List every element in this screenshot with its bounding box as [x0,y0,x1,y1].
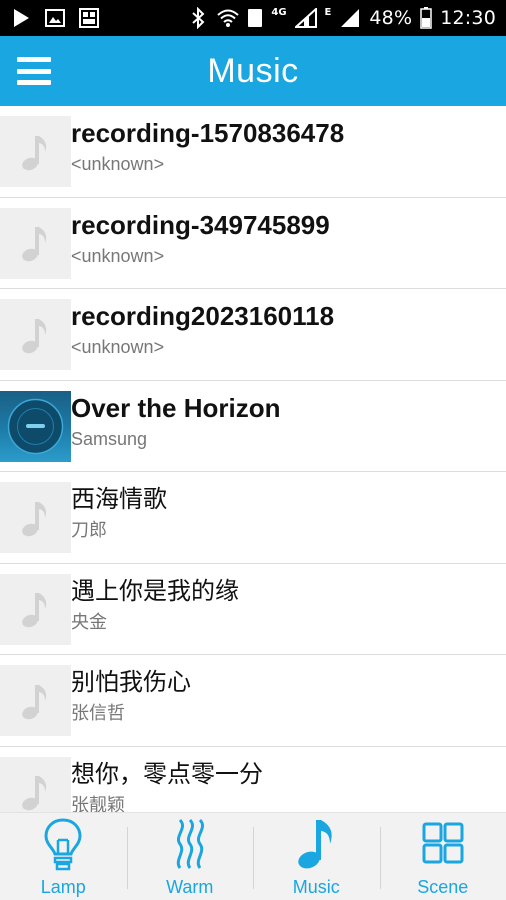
nav-music-label: Music [292,877,340,897]
music-note-icon [0,116,71,187]
bottom-nav: Lamp Warm Music Scene [0,812,506,900]
song-artist: 刀郎 [71,520,107,540]
wifi-icon [217,7,240,29]
music-note-icon [0,299,71,370]
song-title: recording-1570836478 [71,118,345,148]
app-bar: Music [0,36,506,106]
song-row[interactable]: 西海情歌 刀郎 [0,472,506,564]
nav-scene-label: Scene [417,877,469,897]
song-title: 西海情歌 [71,485,167,513]
song-row[interactable]: 想你，零点零一分 张靓颖 [0,747,506,813]
song-title: recording2023160118 [71,301,335,331]
bluetooth-icon [187,7,209,29]
album-art [0,390,71,462]
nav-warm[interactable]: Warm [126,813,254,900]
song-row[interactable]: recording-349745899 <unknown> [0,198,506,289]
play-icon [10,7,32,29]
music-note-icon [0,756,71,812]
signal-2-icon [339,7,361,29]
song-artist: <unknown> [71,245,165,266]
music-note-icon [0,573,71,645]
song-list[interactable]: recording-1570836478 <unknown> recording… [0,106,506,812]
music-note-icon [0,665,71,736]
lightbulb-icon [37,816,89,872]
music-note-icon [0,482,71,553]
song-row[interactable]: Over the Horizon Samsung [0,381,506,472]
song-row[interactable]: recording2023160118 <unknown> [0,289,506,381]
battery-percent: 48% [369,7,413,29]
song-title: 别怕我伤心 [71,668,191,696]
page-title: Music [207,51,299,90]
network-type-label: 4G [271,6,287,18]
network-type-2-label: E [324,6,332,18]
image-icon [44,7,66,29]
signal-icon [294,7,317,29]
heat-waves-icon [164,816,216,872]
song-title: 想你，零点零一分 [71,759,263,788]
nav-scene[interactable]: Scene [379,813,506,900]
song-row[interactable]: 遇上你是我的缘 央金 [0,564,506,655]
song-artist: Samsung [71,428,148,449]
status-bar: 4G E 48% 12:30 [0,0,506,36]
clock: 12:30 [440,7,496,29]
song-artist: <unknown> [71,337,165,357]
music-note-icon [0,207,71,279]
menu-button[interactable] [17,54,51,88]
song-artist: 央金 [71,611,107,632]
song-artist: <unknown> [71,154,165,174]
gallery-icon [78,7,100,29]
battery-icon [420,7,432,29]
music-note-icon [290,816,342,872]
song-artist: 张靓颖 [71,794,125,813]
menu-icon-bar [17,68,51,74]
song-title: 遇上你是我的缘 [71,576,239,605]
grid-icon [417,816,469,872]
song-title: Over the Horizon [71,392,281,423]
song-row[interactable]: 别怕我伤心 张信哲 [0,655,506,747]
nav-music[interactable]: Music [253,813,380,900]
song-title: recording-349745899 [71,209,330,240]
nav-lamp-label: Lamp [40,877,86,897]
menu-icon-bar [17,80,51,85]
song-artist: 张信哲 [71,703,125,723]
menu-icon [17,57,51,62]
song-row[interactable]: recording-1570836478 <unknown> [0,106,506,198]
nav-lamp[interactable]: Lamp [0,813,127,900]
sim-slot-icon [247,7,263,29]
nav-warm-label: Warm [166,877,214,897]
